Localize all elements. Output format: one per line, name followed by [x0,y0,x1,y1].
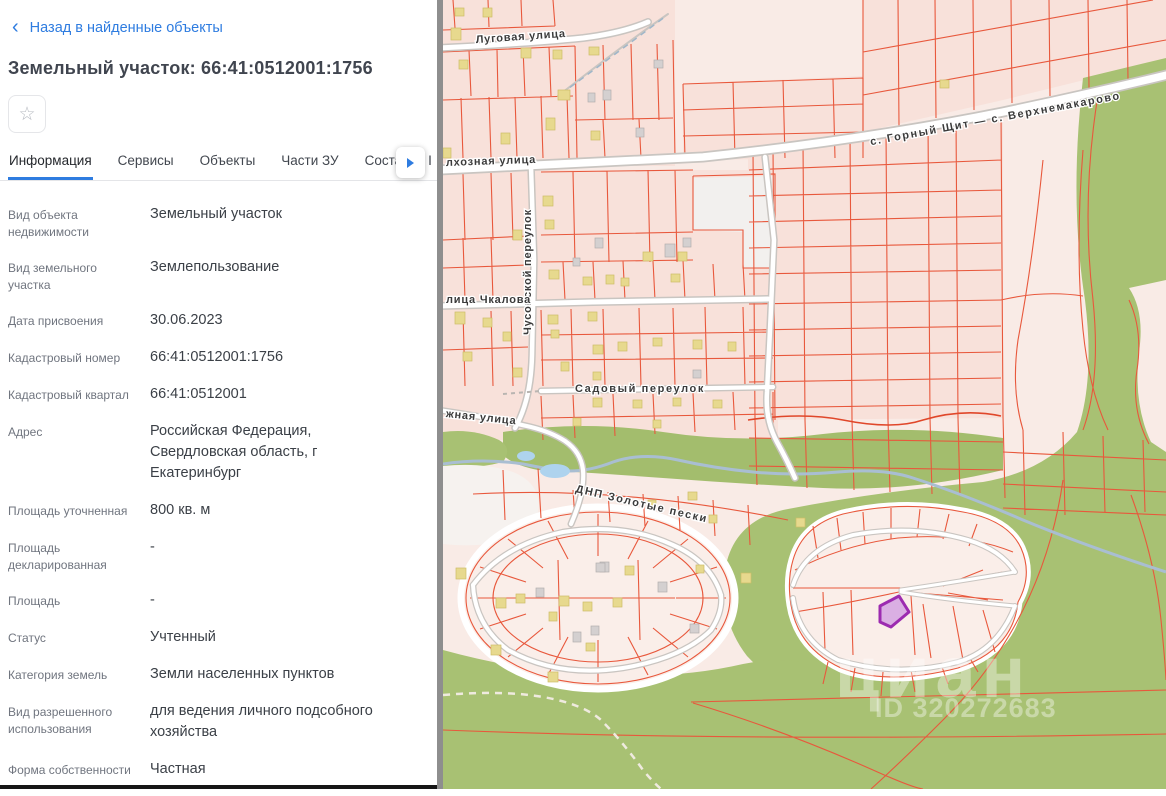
field-row: Площадь- [8,590,432,611]
field-row: АдресРоссийская Федерация, Свердловская … [8,421,432,484]
attribute-list: Вид объекта недвижимостиЗемельный участо… [8,204,432,796]
back-link-label: Назад в найденные объекты [30,20,223,36]
star-icon: ☆ [18,103,35,126]
tab-objects[interactable]: Объекты [199,143,257,180]
tab-information[interactable]: Информация [8,143,93,180]
back-link[interactable]: ‹ Назад в найденные объекты [12,20,223,36]
watermark-id: ID 320272683 [875,693,1057,723]
tab-parcel-parts[interactable]: Части ЗУ [280,143,339,180]
street-label-sadovy: Садовый переулок [575,383,705,395]
field-row: Кадастровый квартал66:41:0512001 [8,384,432,405]
street-label-chkalova: лица Чкалова [446,294,531,306]
field-row: Площадь уточненная800 кв. м [8,500,432,521]
field-row: Вид объекта недвижимостиЗемельный участо… [8,204,432,241]
back-chevron-icon: ‹ [12,20,19,34]
tab-bar: Информация Сервисы Объекты Части ЗУ Сост… [0,143,437,181]
watermark: циан ID 320272683 [835,633,1057,723]
field-row: Вид земельного участкаЗемлепользование [8,257,432,294]
map[interactable]: Луговая улица лхозная улица с. Горный Щи… [443,0,1166,789]
field-row: Категория земельЗемли населенных пунктов [8,664,432,685]
arrow-right-icon [407,158,414,168]
pond [540,464,570,478]
field-row: СтатусУчтенный [8,627,432,648]
pond-small [517,451,535,461]
bottom-scrollbar[interactable] [0,785,437,789]
field-row: Дата присвоения30.06.2023 [8,310,432,331]
street-label-chusovskoy: Чусовской переулок [522,209,534,335]
favorite-button[interactable]: ☆ [8,95,46,133]
panel-map-divider [437,0,443,789]
tab-partial-next[interactable]: І [427,143,433,180]
page-title: Земельный участок: 66:41:0512001:1756 [8,58,373,79]
tab-services[interactable]: Сервисы [117,143,175,180]
tabs-scroll-right-button[interactable] [396,147,425,178]
field-row: Форма собственностиЧастная [8,759,432,780]
field-row: Площадь декларированная- [8,537,432,574]
field-row: Кадастровый номер66:41:0512001:1756 [8,347,432,368]
info-panel: ‹ Назад в найденные объекты Земельный уч… [0,0,437,789]
field-row: Вид разрешенного использованиядля ведени… [8,701,432,743]
